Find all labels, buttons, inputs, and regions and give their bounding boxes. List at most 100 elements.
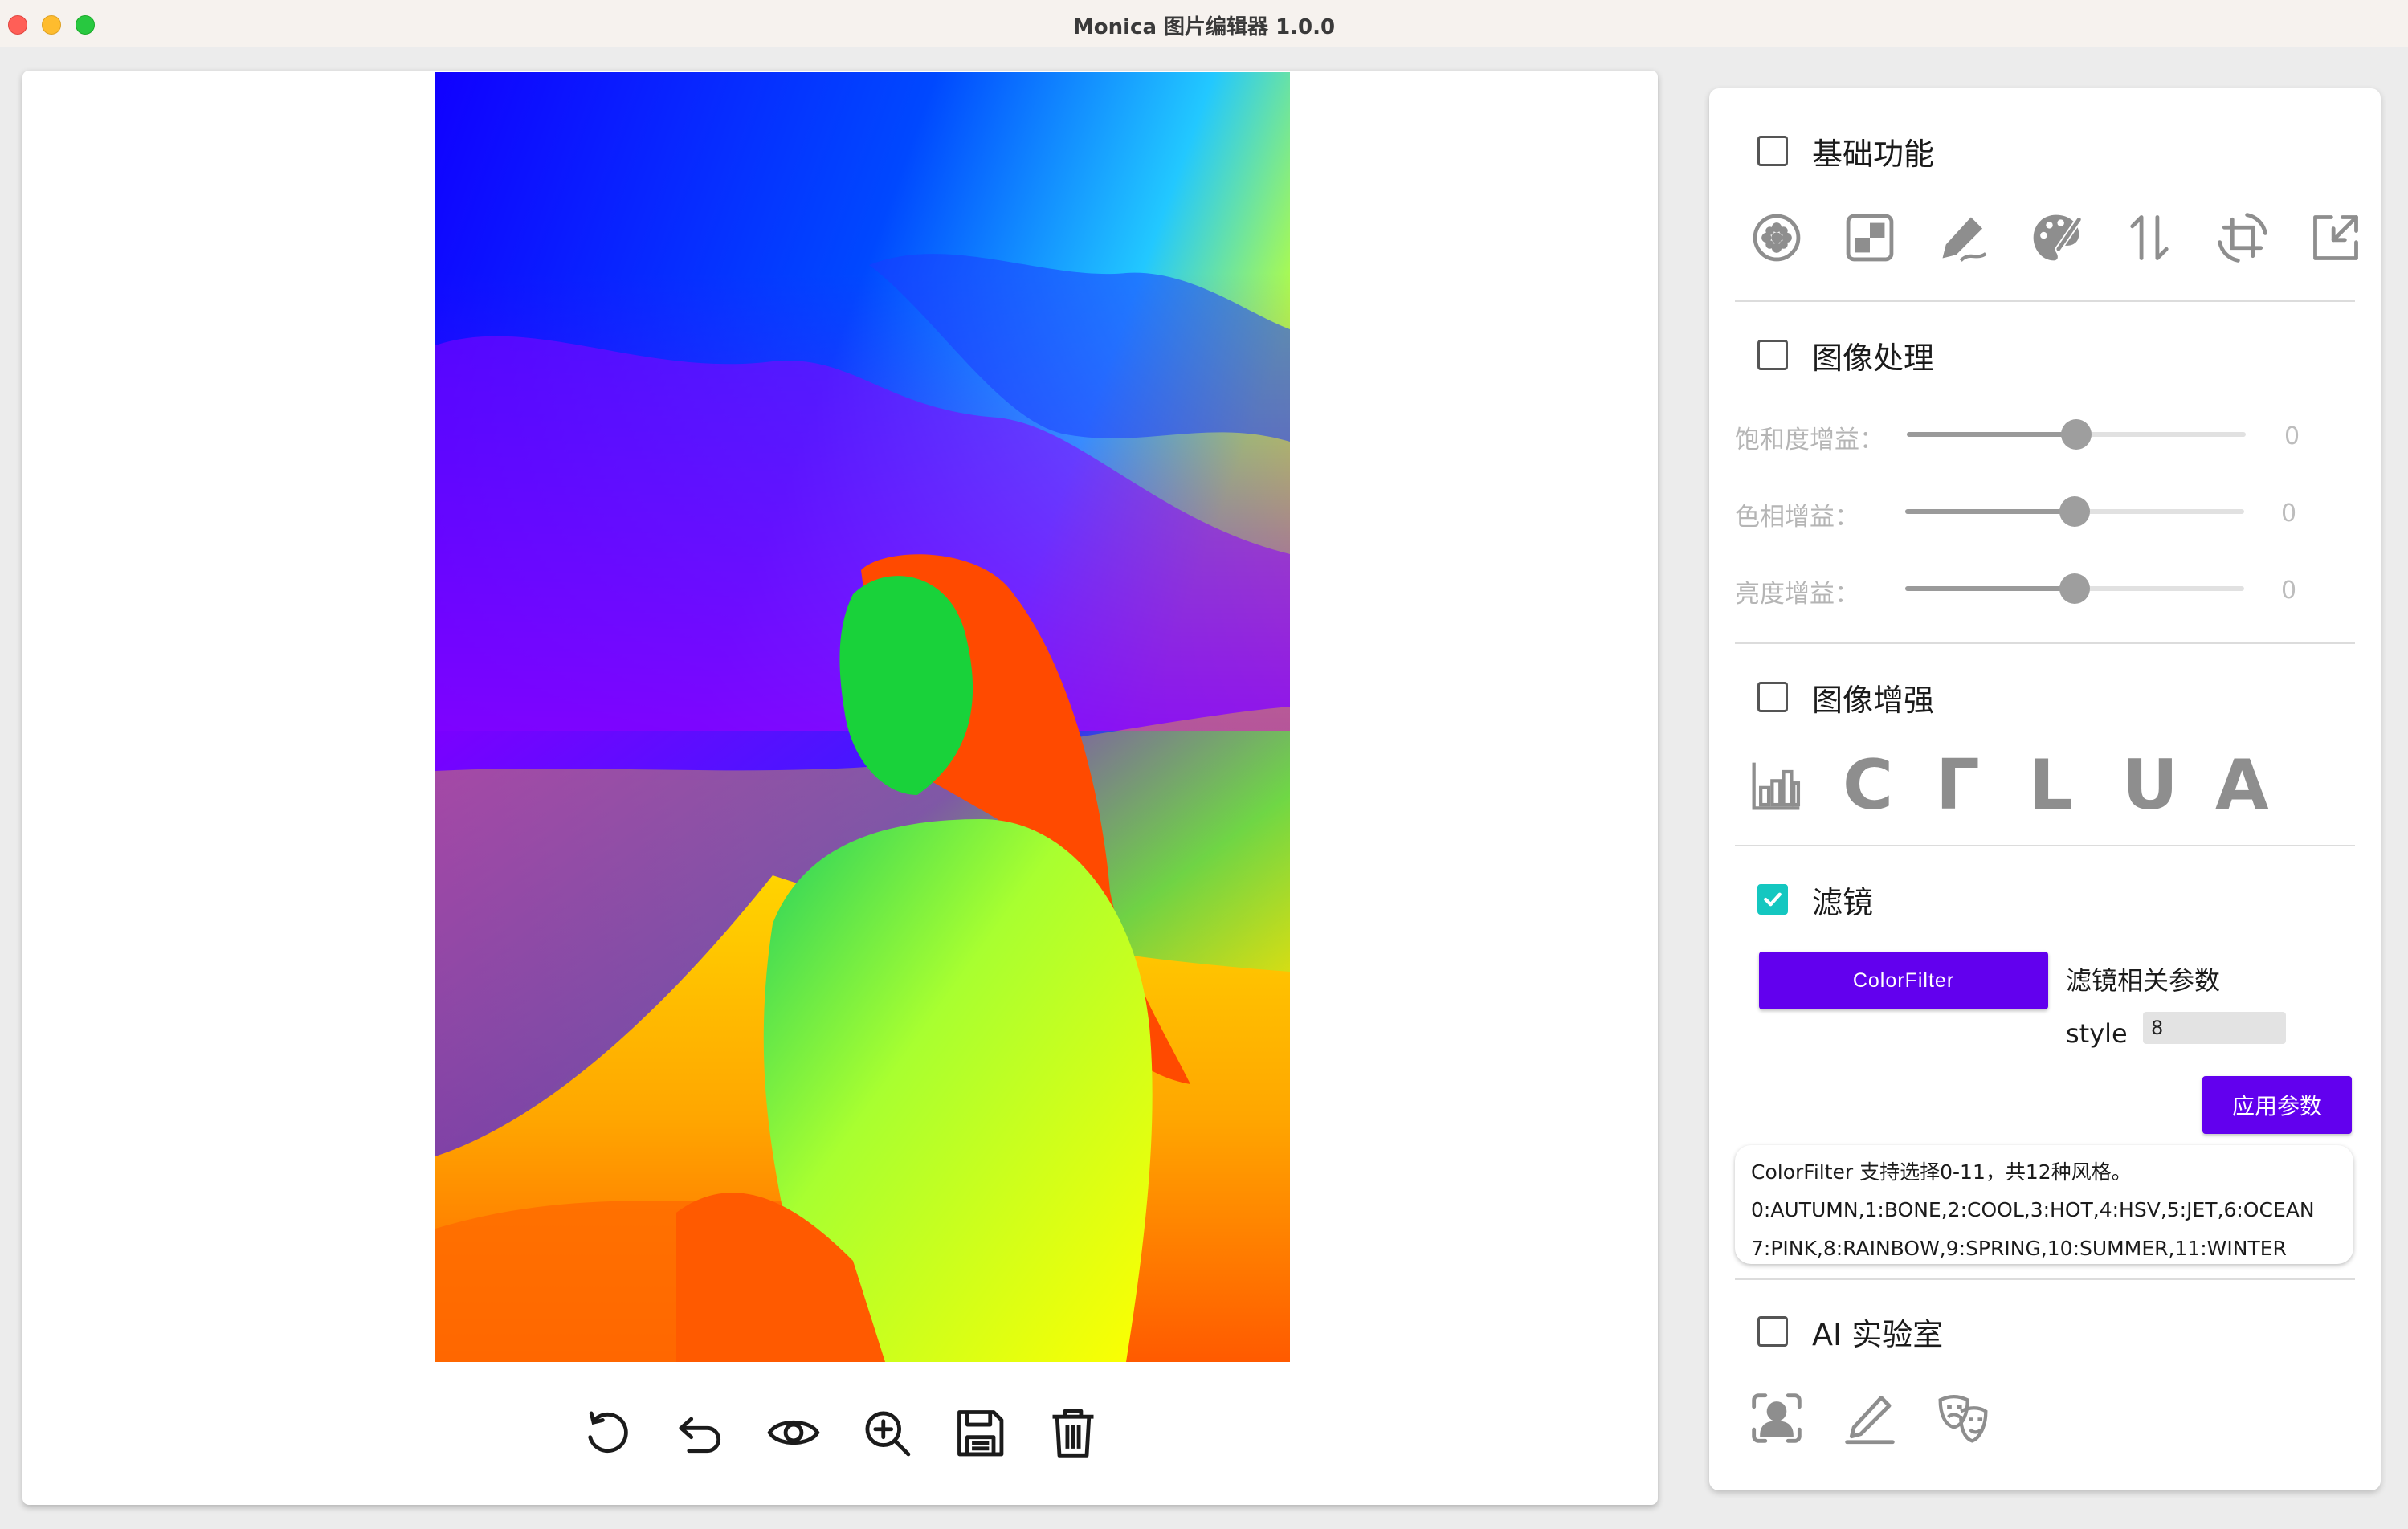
divider xyxy=(1735,642,2355,644)
saturation-slider-thumb[interactable] xyxy=(2061,419,2092,450)
brightness-slider[interactable] xyxy=(1905,573,2244,604)
section-header-basic: 基础功能 xyxy=(1757,127,1934,175)
ace-button[interactable]: A xyxy=(2215,745,2308,826)
filter-params-label: 滤镜相关参数 xyxy=(2066,965,2221,996)
hue-slider-row: 色相增益： 0 xyxy=(1735,491,2361,532)
edited-photo[interactable] xyxy=(435,72,1290,1362)
face-detect-button[interactable] xyxy=(1749,1384,1843,1452)
slider-fill xyxy=(1905,509,2075,514)
undo-icon xyxy=(679,1417,720,1454)
check-icon xyxy=(1764,892,1782,907)
divider xyxy=(1735,845,2355,846)
palette-icon xyxy=(2033,214,2083,261)
delete-button[interactable] xyxy=(1026,1401,1120,1465)
section-title-basic: 基础功能 xyxy=(1812,136,1935,172)
sketch-icon xyxy=(1845,1396,1895,1445)
histogram-button[interactable] xyxy=(1749,752,1843,819)
sketch-button[interactable] xyxy=(1843,1384,1936,1452)
undo-button[interactable] xyxy=(654,1401,747,1465)
canvas-toolbar xyxy=(22,1401,1658,1465)
title-bar: Monica 图片编辑器 1.0.0 xyxy=(0,0,2408,47)
saturation-slider-row: 饱和度增益： 0 xyxy=(1735,414,2361,455)
preview-button[interactable] xyxy=(747,1401,840,1465)
filter-info-card: ColorFilter 支持选择0-11，共12种风格。 0:AUTUMN,1:… xyxy=(1735,1145,2353,1264)
rotate-button[interactable] xyxy=(561,1401,654,1465)
flip-button[interactable] xyxy=(2122,204,2215,271)
mosaic-button[interactable] xyxy=(1843,204,1936,271)
histogram-icon xyxy=(1752,762,1801,810)
hue-value: 0 xyxy=(2281,499,2297,528)
filter-info-line: 7:PINK,8:RAINBOW,9:SPRING,10:SUMMER,11:W… xyxy=(1751,1237,2287,1260)
cartoon-icon xyxy=(1938,1394,1988,1443)
laplace-button[interactable]: L xyxy=(2029,745,2122,826)
ace-icon: A xyxy=(2215,745,2269,826)
delete-icon xyxy=(1052,1409,1094,1458)
divider xyxy=(1735,1278,2355,1280)
gamma-button[interactable]: Γ xyxy=(1936,745,2029,826)
clahe-button[interactable]: C xyxy=(1843,745,1936,826)
section-title-enhance: 图像增强 xyxy=(1812,682,1935,718)
slider-fill xyxy=(1905,586,2075,591)
gamma-icon: Γ xyxy=(1936,745,1980,826)
enhance-tools-row: C Γ L U A xyxy=(1749,745,2308,826)
doodle-icon xyxy=(1942,217,1987,262)
zoom-in-button[interactable] xyxy=(840,1401,933,1465)
image-processing-checkbox[interactable] xyxy=(1757,340,1788,370)
blur-icon xyxy=(1753,214,1801,262)
crop-rotate-icon xyxy=(2218,213,2267,263)
divider xyxy=(1735,300,2355,302)
section-header-image-processing: 图像处理 xyxy=(1757,331,1934,379)
filter-info-line: 0:AUTUMN,1:BONE,2:COOL,3:HOT,4:HSV,5:JET… xyxy=(1751,1198,2315,1221)
face-detect-icon xyxy=(1752,1393,1802,1443)
ai-lab-checkbox[interactable] xyxy=(1757,1316,1788,1347)
brightness-slider-thumb[interactable] xyxy=(2059,573,2090,604)
crop-rotate-button[interactable] xyxy=(2215,204,2308,271)
style-input[interactable] xyxy=(2143,1012,2286,1044)
section-title-filter: 滤镜 xyxy=(1812,884,1874,920)
enhance-checkbox[interactable] xyxy=(1757,682,1788,712)
filter-checkbox[interactable] xyxy=(1757,884,1788,915)
basic-tools-row xyxy=(1749,204,2402,271)
settings-panel: 基础功能 图像处理 饱和度增益： 0 色相增益： 0 亮度增益： 0 图像增强 … xyxy=(1709,88,2381,1490)
doodle-button[interactable] xyxy=(1936,204,2029,271)
hue-slider-thumb[interactable] xyxy=(2059,496,2090,527)
section-title-ai-lab: AI 实验室 xyxy=(1812,1316,1944,1352)
usm-icon: U xyxy=(2122,745,2178,826)
slider-fill xyxy=(1907,432,2076,437)
section-header-filter: 滤镜 xyxy=(1757,875,1873,924)
palette-button[interactable] xyxy=(2029,204,2122,271)
save-icon xyxy=(957,1410,1004,1457)
clahe-icon: C xyxy=(1843,745,1894,826)
basic-checkbox[interactable] xyxy=(1757,136,1788,166)
resize-icon xyxy=(2313,215,2358,260)
hue-label: 色相增益： xyxy=(1735,503,1859,532)
eye-icon xyxy=(767,1420,820,1445)
image-canvas xyxy=(22,71,1658,1505)
rotate-icon xyxy=(588,1411,628,1454)
filter-info-line: ColorFilter 支持选择0-11，共12种风格。 xyxy=(1751,1160,2132,1184)
section-header-enhance: 图像增强 xyxy=(1757,673,1934,721)
window-title: Monica 图片编辑器 1.0.0 xyxy=(1072,15,1336,39)
section-header-ai-lab: AI 实验室 xyxy=(1757,1307,1943,1356)
save-button[interactable] xyxy=(933,1401,1026,1465)
style-label: style xyxy=(2066,1018,2128,1049)
brightness-label: 亮度增益： xyxy=(1735,580,1859,609)
resize-button[interactable] xyxy=(2308,204,2402,271)
filter-select-button[interactable]: ColorFilter xyxy=(1759,952,2048,1009)
saturation-label: 饱和度增益： xyxy=(1735,426,1884,455)
saturation-value: 0 xyxy=(2284,422,2300,451)
blur-button[interactable] xyxy=(1749,204,1843,271)
saturation-slider[interactable] xyxy=(1907,419,2246,450)
brightness-slider-row: 亮度增益： 0 xyxy=(1735,569,2361,609)
hue-slider[interactable] xyxy=(1905,496,2244,527)
zoom-in-icon xyxy=(865,1411,911,1457)
laplace-icon: L xyxy=(2029,745,2073,826)
mosaic-icon xyxy=(1846,214,1894,262)
apply-params-button[interactable]: 应用参数 xyxy=(2202,1076,2352,1134)
ai-lab-tools-row xyxy=(1749,1384,2029,1452)
brightness-value: 0 xyxy=(2281,577,2297,605)
cartoon-button[interactable] xyxy=(1936,1384,2029,1452)
flip-icon xyxy=(2130,215,2169,260)
usm-button[interactable]: U xyxy=(2122,745,2215,826)
section-title-image-processing: 图像处理 xyxy=(1812,340,1935,376)
